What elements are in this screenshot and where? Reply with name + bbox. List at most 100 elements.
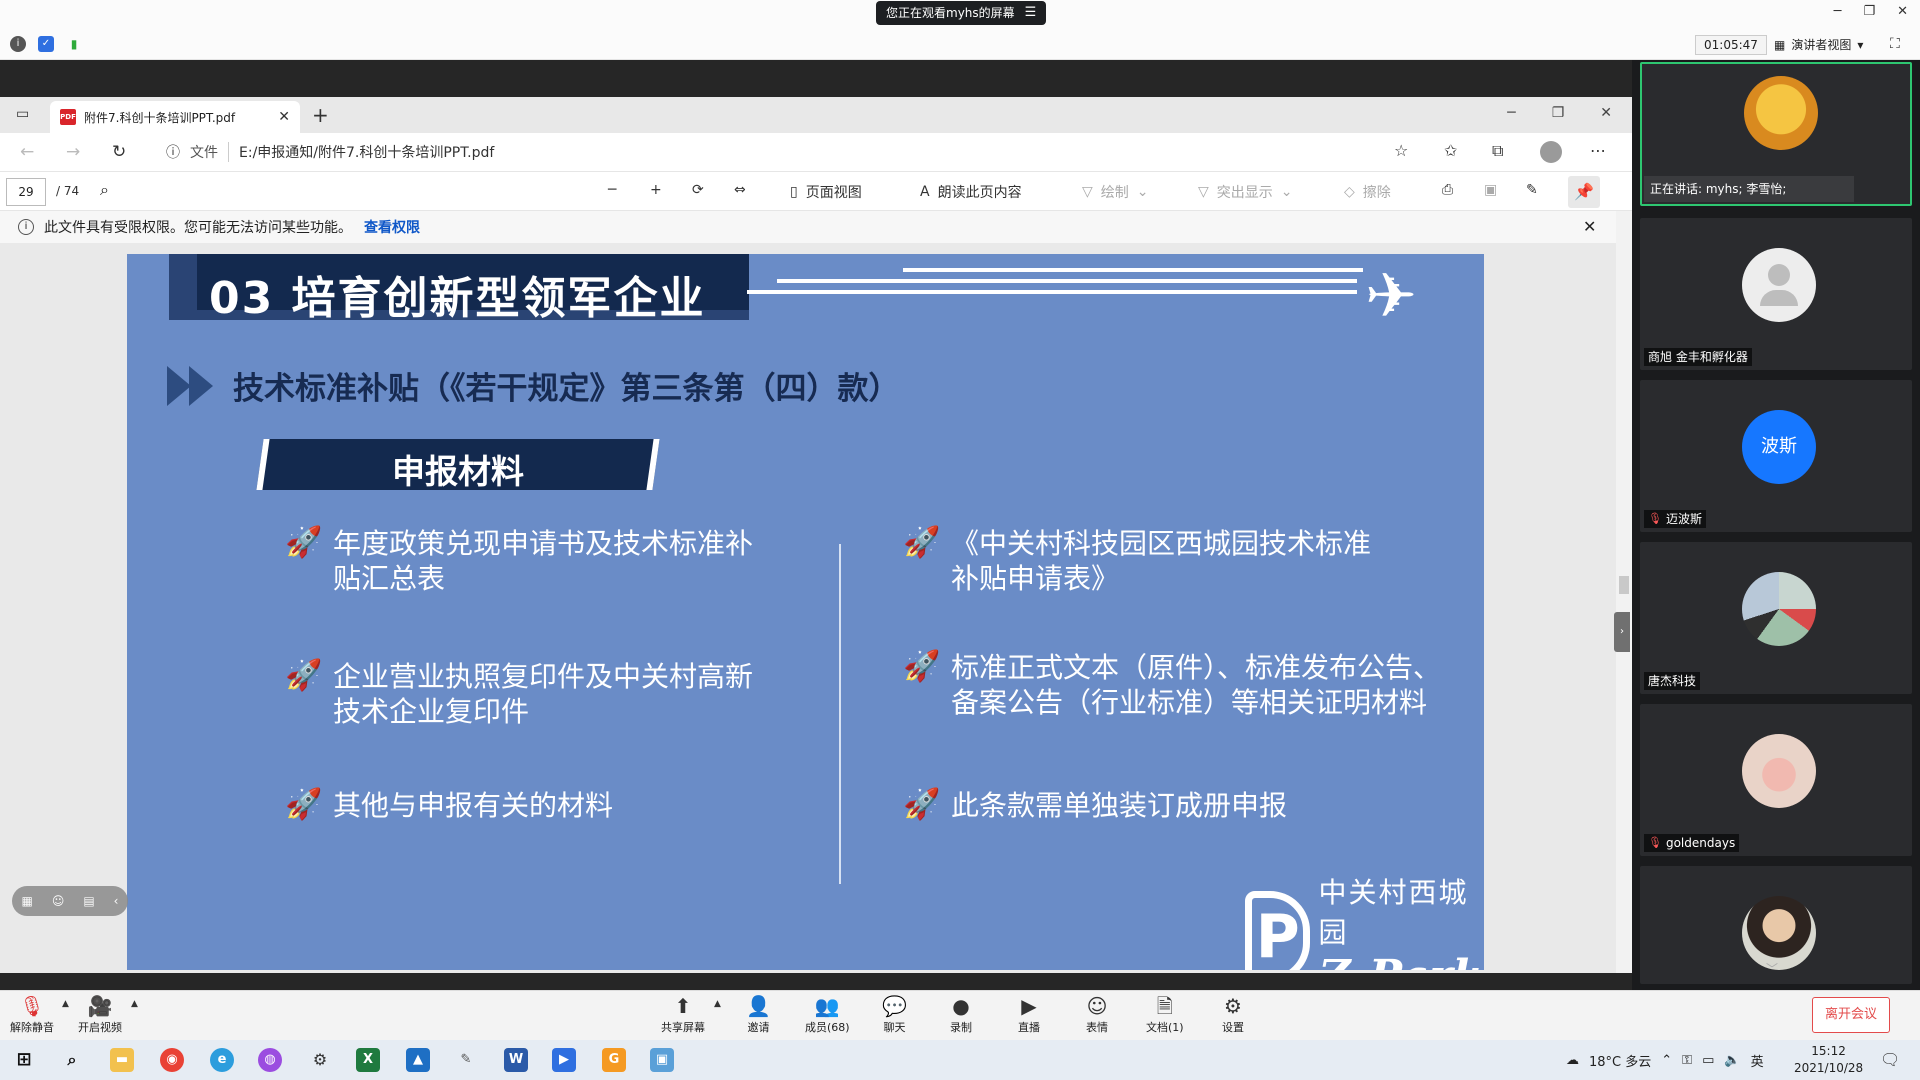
close-infobar-icon[interactable]: ✕: [1583, 217, 1596, 236]
add-favorite-icon[interactable]: ☆: [1394, 141, 1408, 160]
view-mode-button[interactable]: ▦ 演讲者视图 ▾: [1774, 35, 1863, 55]
new-tab-button[interactable]: +: [312, 103, 329, 127]
chrome-icon[interactable]: ◉: [160, 1048, 184, 1072]
page-number-input[interactable]: 29: [6, 178, 46, 206]
clock[interactable]: 15:12 2021/10/28: [1794, 1043, 1863, 1077]
view-permissions-link[interactable]: 查看权限: [364, 217, 420, 237]
notification-icon[interactable]: 🗨: [1880, 1050, 1900, 1069]
participant-tile[interactable]: 🎙 goldendays: [1640, 704, 1912, 856]
back-icon[interactable]: ←: [20, 142, 34, 162]
pin-toolbar-icon[interactable]: 📌: [1568, 176, 1600, 208]
restore-icon[interactable]: ❐: [1863, 4, 1875, 19]
excel-icon[interactable]: X: [356, 1048, 380, 1072]
start-video-button[interactable]: 🎥 开启视频: [78, 995, 122, 1035]
fit-page-icon[interactable]: ⇔: [734, 182, 746, 198]
tab-pdf[interactable]: PDF 附件7.科创十条培训PPT.pdf ✕: [50, 101, 300, 133]
participant-tile[interactable]: 正在讲话: myhs; 李雪怡;: [1640, 62, 1912, 206]
paint-icon[interactable]: ✎: [454, 1048, 478, 1072]
participants-panel: ︿ 正在讲话: myhs; 李雪怡; 商旭 金丰和孵化器 波斯 🎙迈波斯 唐杰科…: [1632, 60, 1920, 990]
leave-meeting-button[interactable]: 离开会议: [1812, 997, 1890, 1033]
subtitle-icon[interactable]: ▤: [83, 894, 94, 908]
info-icon[interactable]: i: [10, 36, 26, 52]
meeting-app-icon[interactable]: ▶: [552, 1048, 576, 1072]
collections-icon[interactable]: ⧉: [1492, 141, 1503, 161]
emoji-icon[interactable]: ☺: [52, 894, 65, 908]
reactions-button[interactable]: ☺ 表情: [1086, 995, 1108, 1035]
video-options-icon[interactable]: ▲: [131, 999, 138, 1009]
more-icon[interactable]: ⋯: [1590, 141, 1606, 160]
restore-icon[interactable]: ❐: [1552, 105, 1565, 121]
share-label: 共享屏幕: [661, 1021, 705, 1034]
save-icon[interactable]: ▣: [1484, 182, 1497, 198]
layout-icon[interactable]: ▦: [21, 894, 32, 908]
members-button[interactable]: 👥 成员(68): [805, 995, 850, 1035]
participant-tile[interactable]: 波斯 🎙 迈波斯: [1640, 380, 1912, 532]
share-screen-button[interactable]: ⬆ 共享屏幕: [661, 995, 705, 1035]
minimize-icon[interactable]: ─: [1507, 105, 1515, 121]
zoom-out-icon[interactable]: ─: [608, 182, 616, 198]
record-button[interactable]: ● 录制: [950, 995, 972, 1035]
ime-indicator[interactable]: 英: [1751, 1051, 1764, 1070]
erase-button[interactable]: ◇ 擦除: [1344, 182, 1391, 202]
draw-button[interactable]: ▽ 绘制 ⌄: [1082, 182, 1149, 202]
network-icon[interactable]: ⚿: [1682, 1053, 1692, 1068]
weather-text[interactable]: 18°C 多云: [1589, 1051, 1651, 1070]
tab-actions-icon[interactable]: ▭: [16, 106, 29, 122]
search-icon[interactable]: ⌕: [100, 180, 109, 200]
close-icon[interactable]: ✕: [1897, 4, 1908, 19]
display-app-icon[interactable]: ▣: [650, 1048, 674, 1072]
collapse-icon[interactable]: ‹: [114, 894, 119, 908]
meeting-window-controls: ─ ❐ ✕: [1834, 4, 1908, 19]
close-tab-icon[interactable]: ✕: [278, 109, 290, 125]
monitor-icon[interactable]: ▭: [1702, 1053, 1714, 1068]
participant-tile[interactable]: 商旭 金丰和孵化器: [1640, 218, 1912, 370]
read-aloud-button[interactable]: A 朗读此页内容: [920, 182, 1022, 202]
file-explorer-icon[interactable]: ▬: [110, 1048, 134, 1072]
forward-icon[interactable]: →: [66, 142, 80, 162]
refresh-icon[interactable]: ↻: [112, 142, 126, 162]
pdf-app-icon[interactable]: G: [602, 1048, 626, 1072]
audio-options-icon[interactable]: ▲: [62, 999, 69, 1009]
share-options-icon[interactable]: ▲: [714, 999, 721, 1009]
print-icon[interactable]: ⎙: [1442, 182, 1453, 198]
chevron-up-icon[interactable]: ⌃: [1661, 1053, 1672, 1068]
side-panel-toggle[interactable]: ›: [1614, 612, 1630, 652]
ie-icon[interactable]: e: [210, 1048, 234, 1072]
favorites-icon[interactable]: ✩: [1444, 141, 1457, 160]
url-field[interactable]: ⓘ 文件 E:/申报通知/附件7.科创十条培训PPT.pdf: [166, 142, 494, 162]
fullscreen-icon[interactable]: ⛶: [1890, 36, 1900, 52]
docs-button[interactable]: 🗎 文档(1): [1146, 995, 1184, 1035]
minimize-icon[interactable]: ─: [1834, 4, 1842, 19]
shield-icon[interactable]: ✓: [38, 36, 54, 52]
photos-icon[interactable]: ▲: [406, 1048, 430, 1072]
zoom-in-icon[interactable]: +: [650, 182, 662, 198]
scrollbar-thumb[interactable]: [1619, 576, 1629, 594]
volume-icon[interactable]: 🔈: [1724, 1053, 1740, 1068]
browser-app-icon[interactable]: ◍: [258, 1048, 282, 1072]
participant-tile[interactable]: 唐杰科技: [1640, 542, 1912, 694]
share-notice-pill[interactable]: 您正在观看myhs的屏幕 ☰: [876, 1, 1047, 25]
unmute-button[interactable]: 🎙 解除静音: [10, 995, 54, 1035]
signal-icon[interactable]: ▮: [66, 36, 82, 52]
weather-icon[interactable]: ☁: [1566, 1053, 1579, 1068]
close-icon[interactable]: ✕: [1600, 105, 1612, 121]
invite-button[interactable]: 👤 邀请: [746, 995, 771, 1035]
chat-icon: 💬: [882, 994, 907, 1018]
live-button[interactable]: ▶ 直播: [1018, 995, 1040, 1035]
word-icon[interactable]: W: [504, 1048, 528, 1072]
page-view-button[interactable]: ▯ 页面视图: [790, 182, 862, 202]
search-icon[interactable]: ⌕: [60, 1048, 84, 1072]
chat-button[interactable]: 💬 聊天: [882, 995, 907, 1035]
save-as-icon[interactable]: ✎: [1526, 182, 1538, 198]
highlight-button[interactable]: ▽ 突出显示 ⌄: [1198, 182, 1293, 202]
gear-icon[interactable]: ⚙: [308, 1048, 332, 1072]
menu-icon[interactable]: ☰: [1025, 1, 1037, 25]
vertical-scrollbar[interactable]: [1616, 211, 1632, 973]
start-icon[interactable]: ⊞: [12, 1048, 36, 1072]
item-line: 技术企业复印件: [333, 695, 530, 728]
chevron-down-icon[interactable]: ﹀: [1766, 960, 1778, 977]
pdf-toolbar: 29 / 74 ⌕ ─ + ⟳ ⇔ ▯ 页面视图 A 朗读此页内容 ▽ 绘制 ⌄…: [0, 171, 1632, 211]
settings-button[interactable]: ⚙ 设置: [1222, 995, 1244, 1035]
profile-icon[interactable]: [1540, 141, 1562, 167]
rotate-icon[interactable]: ⟳: [692, 182, 704, 198]
